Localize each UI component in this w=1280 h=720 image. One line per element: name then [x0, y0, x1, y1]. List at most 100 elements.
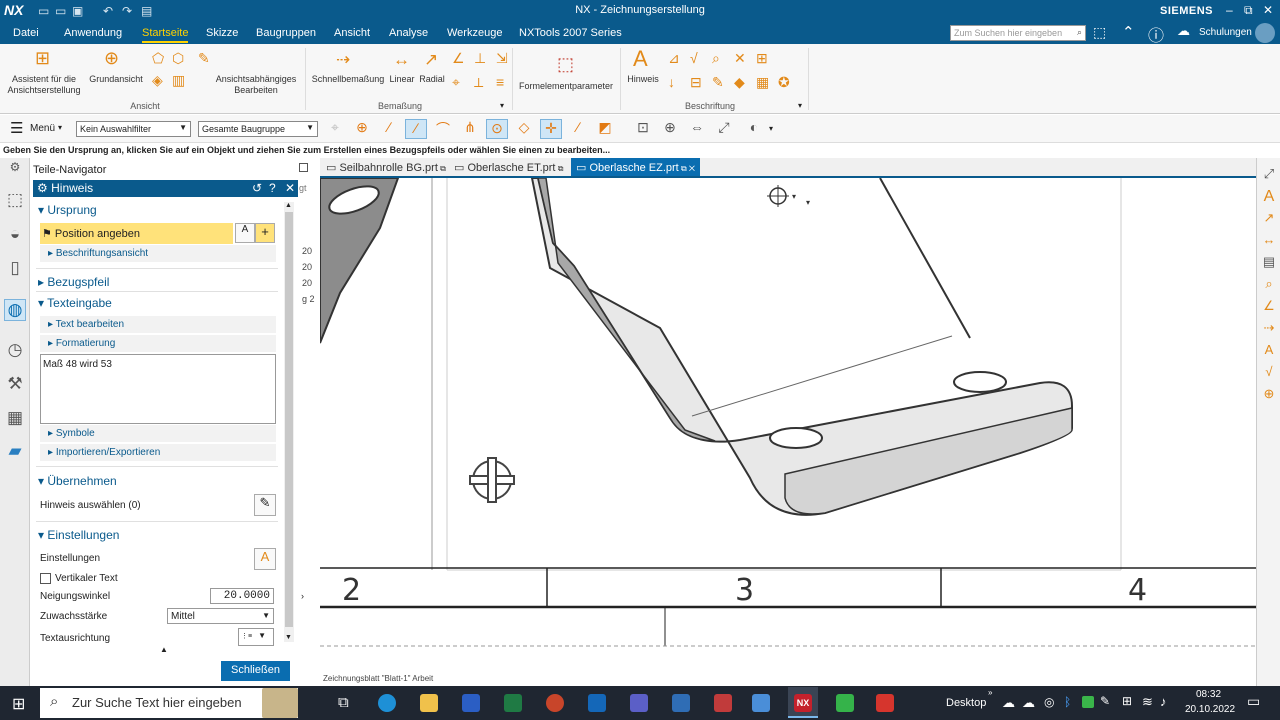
expand-icon[interactable]: ⤢: [1261, 166, 1277, 182]
pdf-icon[interactable]: [672, 694, 690, 712]
menu-anwendung[interactable]: Anwendung: [64, 27, 122, 39]
part-navigator-icon[interactable]: ▯: [4, 258, 26, 280]
settings-style-icon[interactable]: A: [254, 548, 276, 570]
snap-line-icon[interactable]: ∕: [378, 119, 400, 139]
dim-tool-icon[interactable]: ⟂: [474, 74, 483, 91]
palette-icon[interactable]: ▦: [4, 408, 26, 430]
wizard-icon[interactable]: ⊞: [35, 48, 50, 69]
view-tool-icon[interactable]: ⬠: [152, 50, 164, 67]
chevron-down-icon[interactable]: ▾: [58, 123, 62, 132]
radial-dim-icon[interactable]: ↗: [1261, 210, 1277, 226]
zuwachs-select[interactable]: Mittel ▼: [167, 608, 274, 624]
base-view-icon[interactable]: ⊕: [104, 48, 119, 69]
zoom-icon[interactable]: ⊕: [659, 119, 681, 139]
chevron-down-icon[interactable]: ▾: [500, 101, 504, 110]
hinweis-button[interactable]: Hinweis: [625, 74, 661, 85]
bluetooth-icon[interactable]: ᛒ: [1064, 695, 1071, 709]
magnify-icon[interactable]: ⌕: [1261, 276, 1277, 292]
text-tool-icon[interactable]: A: [1261, 342, 1277, 357]
windows-start-icon[interactable]: ⊞: [12, 694, 25, 714]
annotation-tool-icon[interactable]: ⌕: [712, 50, 720, 67]
zoom-window-icon[interactable]: ⊡: [632, 119, 654, 139]
chevron-up-icon[interactable]: ▲: [285, 202, 292, 209]
help-icon[interactable]: ?: [269, 181, 276, 195]
annotation-tool-icon[interactable]: ▦: [756, 74, 769, 91]
menu-skizze[interactable]: Skizze: [206, 27, 238, 39]
app-icon[interactable]: [876, 694, 894, 712]
maximize-icon[interactable]: [299, 163, 308, 172]
radial-dim-icon[interactable]: ↗: [424, 50, 438, 70]
annotation-tool-icon[interactable]: ✎: [712, 74, 724, 91]
explorer-icon[interactable]: [420, 694, 438, 712]
grundansicht-button[interactable]: Grundansicht: [86, 74, 146, 85]
snap-point-icon[interactable]: ∕: [567, 119, 589, 139]
dim-tool-icon[interactable]: ⌖: [452, 74, 460, 91]
note-icon[interactable]: A: [1261, 188, 1277, 206]
tab-oberlasche-ez[interactable]: ▭ Oberlasche EZ.prt ⧉ ✕: [571, 158, 700, 176]
annotation-tool-icon[interactable]: √: [690, 50, 698, 66]
chevron-down-icon[interactable]: ▼: [285, 634, 292, 641]
dim-tool-icon[interactable]: ⊥: [474, 50, 486, 67]
check-icon[interactable]: √: [1261, 364, 1277, 379]
menu-datei[interactable]: Datei: [13, 27, 39, 39]
constraint-navigator-icon[interactable]: ◒: [4, 224, 26, 246]
chevron-up-icon[interactable]: ▲: [160, 645, 168, 654]
linear-dim-icon[interactable]: ↔: [1261, 232, 1277, 247]
menu-analyse[interactable]: Analyse: [389, 27, 428, 39]
task-view-icon[interactable]: ⧉: [338, 694, 349, 711]
chevron-right-icon[interactable]: ›: [301, 591, 304, 601]
dim-tool-icon[interactable]: ⇲: [496, 50, 508, 67]
tools-icon[interactable]: ⚒: [4, 374, 26, 396]
annotation-tool-icon[interactable]: ⊞: [756, 50, 768, 67]
linear-button[interactable]: Linear: [386, 74, 418, 85]
close-window-icon[interactable]: ✕: [1263, 3, 1273, 17]
reset-icon[interactable]: ↺: [252, 181, 262, 195]
gear-icon[interactable]: ⚙: [37, 181, 48, 195]
tray-icon[interactable]: ◎: [1044, 695, 1054, 709]
formelementparameter-button[interactable]: Formelementparameter: [515, 81, 617, 92]
app-icon[interactable]: [714, 694, 732, 712]
command-search-input[interactable]: Zum Suchen hier eingeben ⌕: [950, 25, 1086, 41]
tray-icon[interactable]: [1082, 696, 1094, 708]
drawing-canvas[interactable]: ▾ ▾ 2 3 4: [319, 177, 1256, 674]
gear-icon[interactable]: ⚙: [4, 160, 26, 182]
user-label[interactable]: Schulungen: [1199, 27, 1252, 38]
pan-icon[interactable]: ⇔: [686, 119, 708, 139]
hamburger-icon[interactable]: ☰: [10, 119, 23, 137]
schnellbemassung-button[interactable]: Schnellbemaßung: [308, 74, 388, 85]
help-icon[interactable]: ⓘ: [1148, 22, 1164, 46]
dim-tool-icon[interactable]: ≡: [496, 74, 504, 90]
tray-icon[interactable]: ✎: [1100, 694, 1110, 708]
selection-filter-select[interactable]: Kein Auswahlfilter ▼: [76, 121, 191, 137]
angle-icon[interactable]: ∠: [1261, 298, 1277, 314]
neigungswinkel-input[interactable]: 20.0000: [210, 588, 274, 604]
snap-center-icon[interactable]: ⊕: [351, 119, 373, 139]
vertical-text-checkbox[interactable]: [40, 573, 51, 584]
snap-icon[interactable]: ⌖: [324, 119, 346, 139]
snap-arc-icon[interactable]: ⌒: [432, 119, 454, 139]
linear-dim-icon[interactable]: ↔: [393, 50, 410, 70]
excel-icon[interactable]: [504, 694, 522, 712]
section-bezugspfeil[interactable]: ▸ Bezugspfeil: [38, 275, 109, 289]
assembly-navigator-icon[interactable]: ⬚: [4, 190, 26, 212]
menu-ansicht[interactable]: Ansicht: [334, 27, 370, 39]
web-browser-icon[interactable]: ◍: [4, 299, 26, 321]
arrow-icon[interactable]: ⇢: [1261, 320, 1277, 336]
menu-werkzeuge[interactable]: Werkzeuge: [447, 27, 502, 39]
point-dialog-icon[interactable]: +: [255, 223, 275, 243]
menu-baugruppen[interactable]: Baugruppen: [256, 27, 316, 39]
tray-icon[interactable]: ☁: [1022, 695, 1035, 711]
teams-icon[interactable]: [630, 694, 648, 712]
photos-icon[interactable]: [752, 694, 770, 712]
volume-icon[interactable]: ♪: [1160, 694, 1167, 709]
annotation-tool-icon[interactable]: ✪: [778, 74, 790, 91]
section-uebernehmen[interactable]: ▾ Übernehmen: [38, 474, 117, 488]
tab-seilbahnrolle[interactable]: ▭ Seilbahnrolle BG.prt ⧉: [326, 161, 446, 174]
minimize-icon[interactable]: –: [1226, 3, 1233, 17]
note-text-input[interactable]: Maß 48 wird 53: [40, 354, 276, 424]
scroll-thumb[interactable]: [285, 212, 293, 627]
ansichtsabh-button[interactable]: Ansichtsabhängiges Bearbeiten: [212, 74, 300, 96]
assistent-button[interactable]: Assistent für die Ansichtserstellung: [4, 74, 84, 96]
chevron-down-icon[interactable]: ▾: [769, 124, 773, 133]
annotation-tool-icon[interactable]: ◆: [734, 74, 745, 91]
